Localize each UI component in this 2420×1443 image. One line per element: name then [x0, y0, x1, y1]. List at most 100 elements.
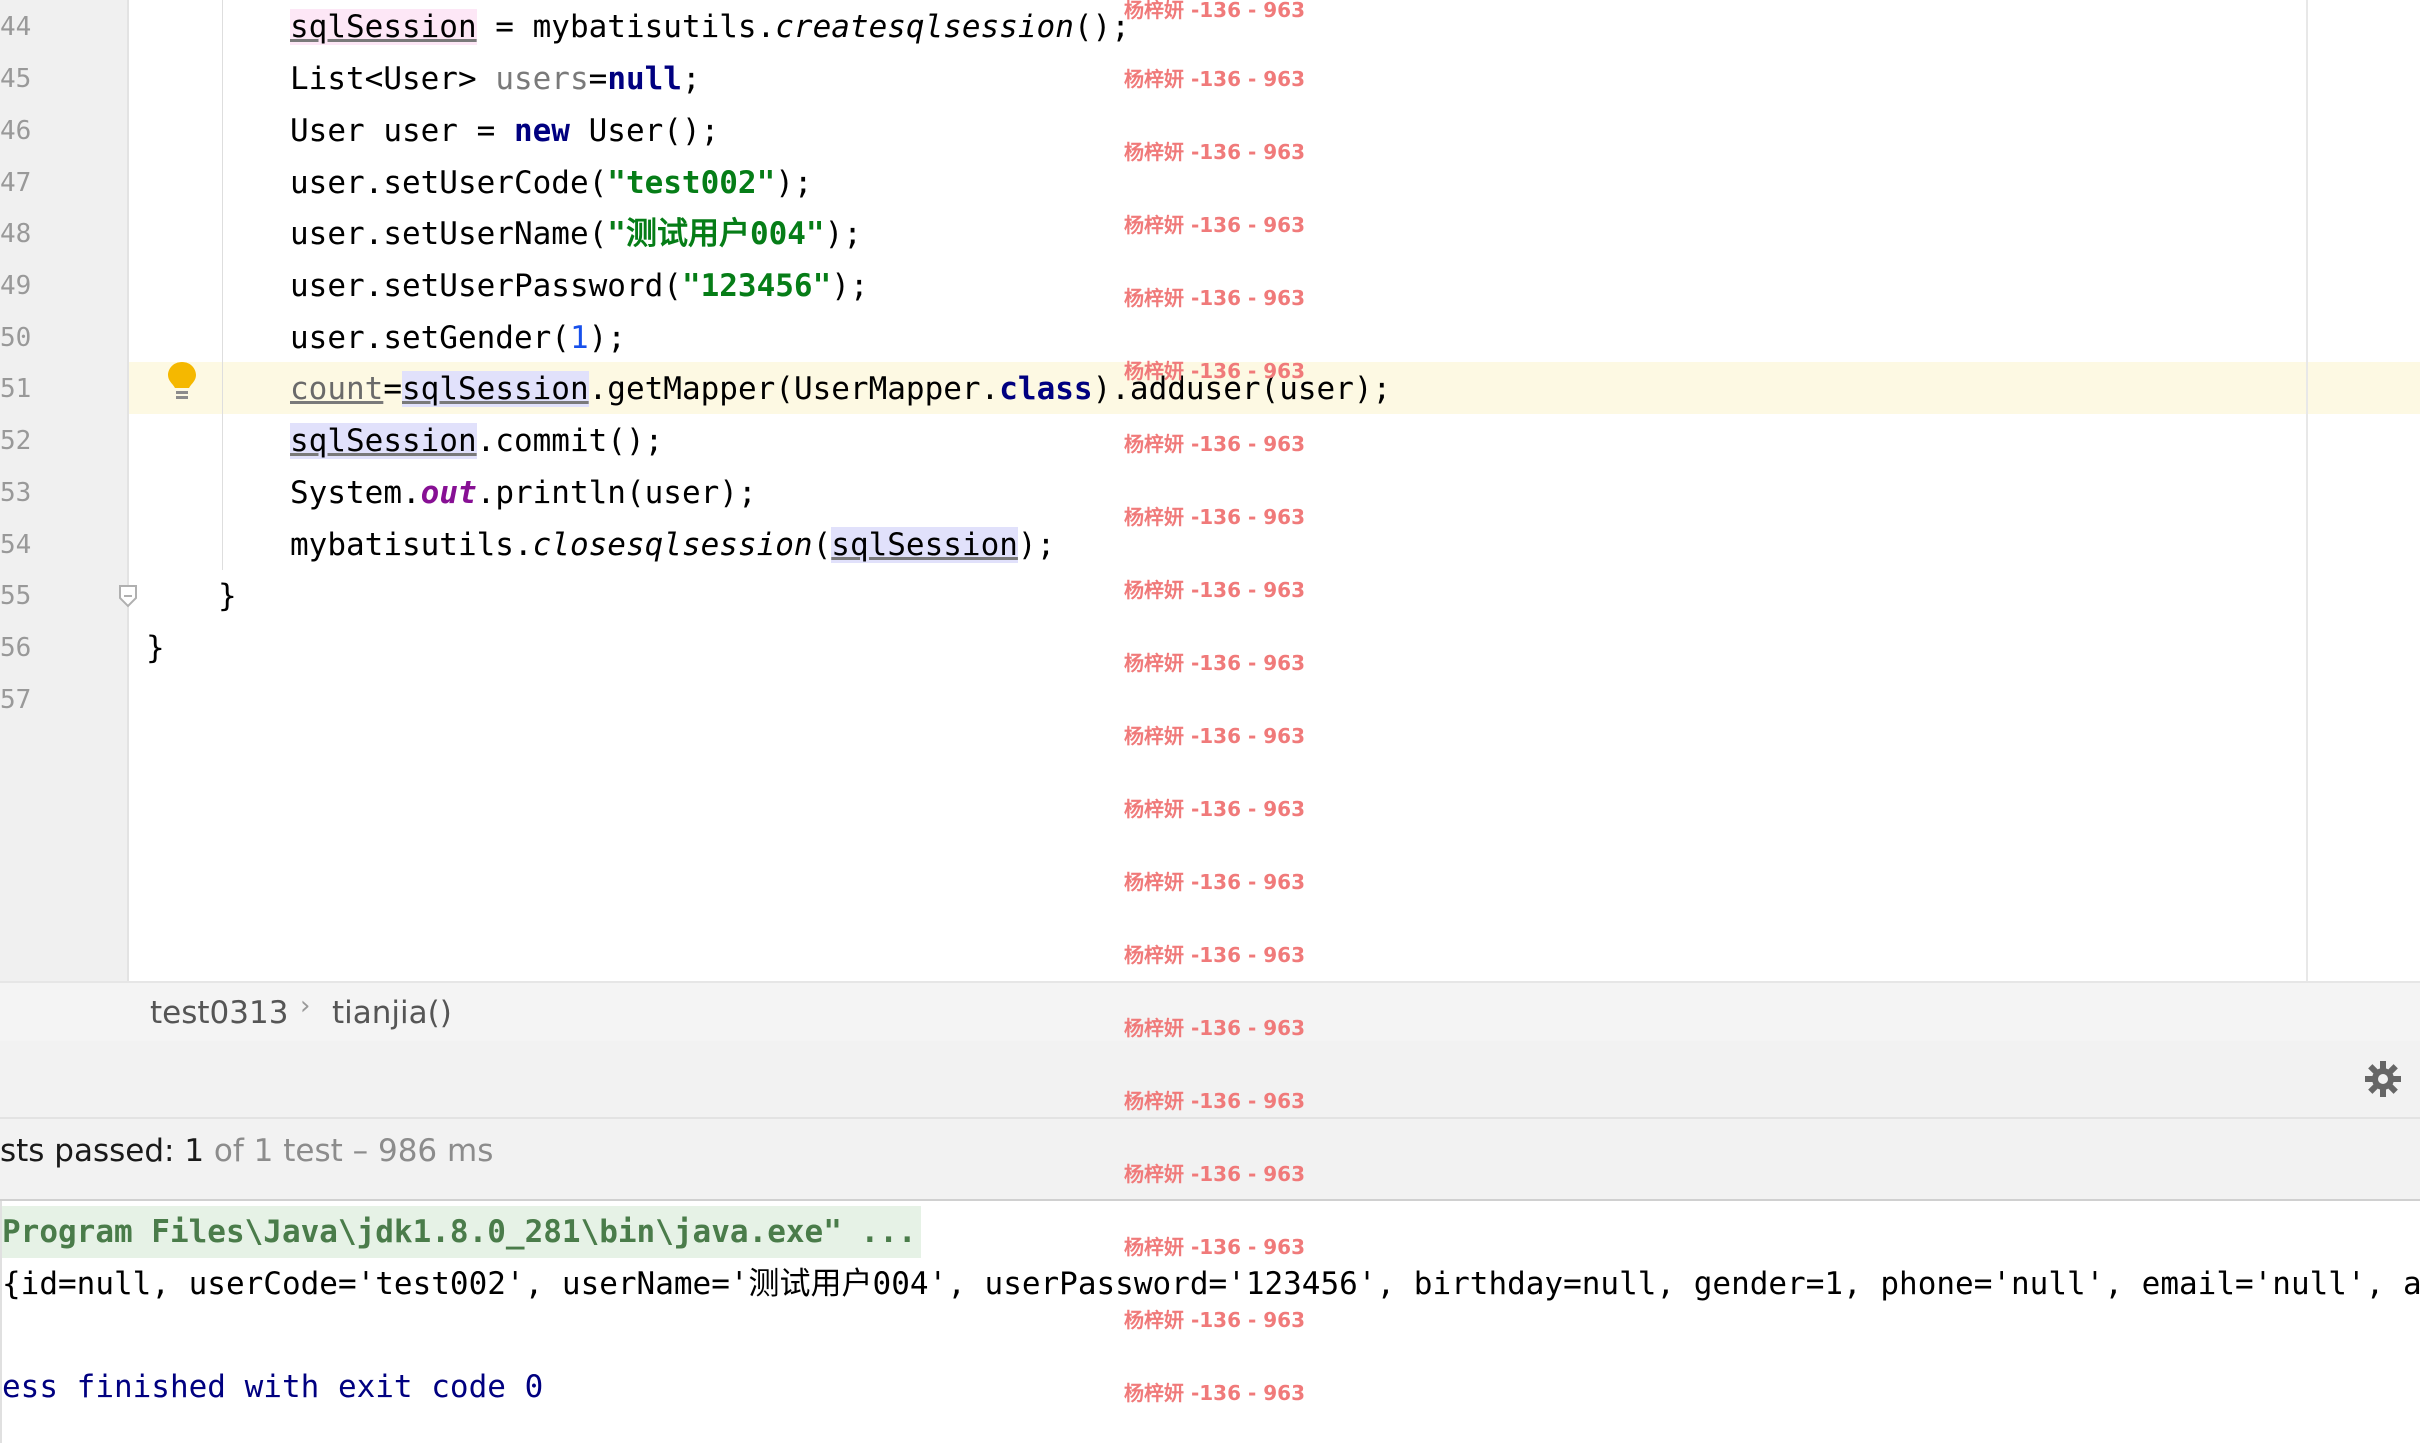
watermark-text: 杨梓妍 -136 - 963 [1124, 578, 1305, 602]
breadcrumb-class[interactable]: test0313 [150, 995, 288, 1031]
line-number: 56 [0, 633, 32, 663]
code-text: = [383, 371, 402, 407]
code-text: .println(user); [476, 475, 757, 511]
line-number: 51 [0, 374, 32, 404]
watermark-text: 杨梓妍 -136 - 963 [1124, 1016, 1305, 1040]
line-number: 54 [0, 530, 32, 560]
watermark-text: 杨梓妍 -136 - 963 [1124, 870, 1305, 894]
line-number: 52 [0, 426, 32, 456]
line-number: 53 [0, 478, 32, 508]
code-text: .getMapper(UserMapper. [588, 371, 1000, 407]
line-number: 45 [0, 64, 32, 94]
code-text: user.setUserCode( [290, 165, 608, 201]
tests-passed-count: 1 [184, 1133, 205, 1169]
users-var[interactable]: users [495, 61, 588, 97]
watermark-text: 杨梓妍 -136 - 963 [1124, 1089, 1305, 1113]
code-line-45[interactable]: List<User> users=null; [290, 53, 701, 105]
code-text: ); [831, 268, 869, 304]
watermark-text: 杨梓妍 -136 - 963 [1124, 797, 1305, 821]
string-literal: "test002" [607, 165, 776, 201]
string-literal: "测试用户004" [607, 216, 825, 252]
line-number: 57 [0, 685, 32, 715]
watermark-text: 杨梓妍 -136 - 963 [1124, 1381, 1305, 1405]
watermark-text: 杨梓妍 -136 - 963 [1124, 67, 1305, 91]
code-text: ); [588, 320, 626, 356]
line-number: 48 [0, 219, 32, 249]
watermark-text: 杨梓妍 -136 - 963 [1124, 1235, 1305, 1259]
sql-session-var[interactable]: sqlSession [402, 371, 589, 407]
code-text: user.setUserPassword( [290, 268, 682, 304]
code-line-46[interactable]: User user = new User(); [290, 105, 719, 157]
console-output-line: {id=null, userCode='test002', userName='… [2, 1266, 2420, 1302]
code-text: mybatisutils. [290, 527, 533, 563]
tests-passed-label: sts passed: [0, 1133, 185, 1169]
indent-guide [222, 0, 223, 570]
code-text: .commit(); [476, 423, 664, 459]
line-number: 49 [0, 271, 32, 301]
code-line-52[interactable]: sqlSession.commit(); [290, 415, 663, 467]
code-text: user.setGender( [290, 320, 570, 356]
code-line-50[interactable]: user.setGender(1); [290, 312, 626, 364]
code-line-55[interactable]: } [218, 570, 237, 622]
watermark-text: 杨梓妍 -136 - 963 [1124, 140, 1305, 164]
sql-session-var[interactable]: sqlSession [290, 423, 477, 459]
keyword: class [999, 371, 1093, 407]
fold-marker-icon[interactable] [118, 584, 138, 608]
watermark-text: 杨梓妍 -136 - 963 [1124, 505, 1305, 529]
code-line-56[interactable]: } [146, 622, 165, 674]
code-line-47[interactable]: user.setUserCode("test002"); [290, 157, 813, 209]
breadcrumb-method[interactable]: tianjia() [332, 995, 452, 1031]
code-text: = [588, 61, 608, 97]
static-field: out [420, 475, 477, 511]
line-number: 55 [0, 581, 32, 611]
code-text: User user = [290, 113, 514, 149]
line-number: 44 [0, 12, 32, 42]
watermark-text: 杨梓妍 -136 - 963 [1124, 651, 1305, 675]
count-var[interactable]: count [290, 371, 383, 407]
line-number: 47 [0, 168, 32, 198]
tests-total-label: of 1 test – 986 ms [204, 1133, 494, 1169]
string-literal: "123456" [681, 268, 832, 304]
console-command-line: Program Files\Java\jdk1.8.0_281\bin\java… [2, 1206, 921, 1258]
watermark-text: 杨梓妍 -136 - 963 [1124, 286, 1305, 310]
code-text: ); [775, 165, 813, 201]
code-line-53[interactable]: System.out.println(user); [290, 467, 757, 519]
sql-session-var[interactable]: sqlSession [290, 9, 477, 45]
code-line-48[interactable]: user.setUserName("测试用户004"); [290, 208, 862, 260]
code-text: ); [1017, 527, 1056, 563]
watermark-text: 杨梓妍 -136 - 963 [1124, 1308, 1305, 1332]
keyword: new [513, 113, 570, 149]
number-literal: 1 [569, 320, 589, 356]
watermark-text: 杨梓妍 -136 - 963 [1124, 359, 1305, 383]
console-exit-line: ess finished with exit code 0 [2, 1369, 544, 1405]
code-text: ( [812, 527, 832, 563]
keyword: null [607, 61, 682, 97]
code-text: ); [824, 216, 862, 252]
code-text: User(); [569, 113, 720, 149]
line-number-gutter: 44 45 46 47 48 49 50 51 52 53 54 55 56 5… [0, 0, 129, 981]
code-text: ; [681, 61, 701, 97]
code-text: = mybatisutils. [476, 9, 776, 45]
line-number: 50 [0, 323, 32, 353]
watermark-text: 杨梓妍 -136 - 963 [1124, 0, 1305, 22]
code-text: List<User> [290, 61, 496, 97]
code-line-49[interactable]: user.setUserPassword("123456"); [290, 260, 869, 312]
code-line-44[interactable]: sqlSession = mybatisutils.createsqlsessi… [290, 1, 1130, 53]
method-name[interactable]: createsqlsession [775, 9, 1074, 45]
watermark-text: 杨梓妍 -136 - 963 [1124, 943, 1305, 967]
code-line-54[interactable]: mybatisutils.closesqlsession(sqlSession)… [290, 519, 1055, 571]
right-margin-guide [2306, 0, 2308, 981]
code-text: user.setUserName( [290, 216, 608, 252]
line-number: 46 [0, 116, 32, 146]
code-text: System. [290, 475, 421, 511]
watermark-text: 杨梓妍 -136 - 963 [1124, 724, 1305, 748]
chevron-right-icon: › [300, 991, 311, 1021]
lightbulb-icon[interactable] [166, 360, 198, 404]
sql-session-var[interactable]: sqlSession [831, 527, 1018, 563]
method-name[interactable]: closesqlsession [533, 527, 813, 563]
gear-icon[interactable] [2364, 1060, 2402, 1098]
watermark-text: 杨梓妍 -136 - 963 [1124, 213, 1305, 237]
watermark-text: 杨梓妍 -136 - 963 [1124, 1162, 1305, 1186]
code-text: (); [1073, 9, 1130, 45]
watermark-text: 杨梓妍 -136 - 963 [1124, 432, 1305, 456]
